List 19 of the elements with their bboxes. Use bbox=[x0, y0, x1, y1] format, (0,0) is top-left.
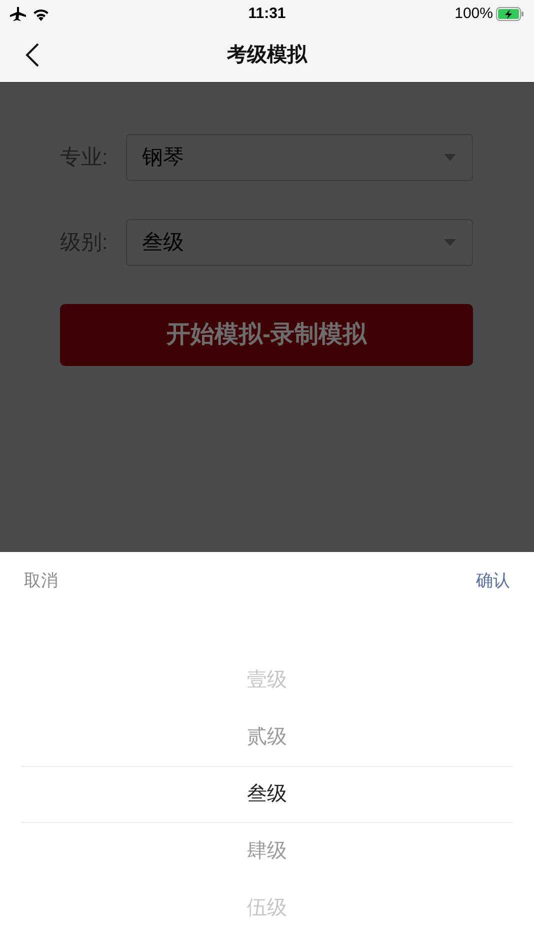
wifi-icon bbox=[32, 8, 50, 20]
battery-percent: 100% bbox=[454, 4, 493, 24]
picker-option[interactable]: 叁级 bbox=[21, 766, 513, 822]
cancel-button[interactable]: 取消 bbox=[24, 568, 58, 594]
start-button[interactable]: 开始模拟-录制模拟 bbox=[60, 304, 473, 366]
status-time: 11:31 bbox=[247, 4, 287, 24]
picker-option[interactable]: 壹级 bbox=[21, 652, 513, 708]
picker-option[interactable]: 肆级 bbox=[21, 822, 513, 880]
back-icon[interactable] bbox=[24, 43, 40, 67]
dropdown-field[interactable]: 钢琴 bbox=[126, 134, 473, 181]
dropdown-caret-icon bbox=[444, 154, 456, 161]
confirm-button[interactable]: 确认 bbox=[476, 568, 510, 594]
battery-charging-icon bbox=[496, 7, 524, 21]
page-title: 考级模拟 bbox=[227, 42, 307, 68]
dropdown-caret-icon bbox=[444, 239, 456, 246]
dropdown-field[interactable]: 叁级 bbox=[126, 219, 473, 266]
airplane-icon bbox=[10, 7, 26, 21]
picker-option[interactable]: 伍级 bbox=[21, 880, 513, 936]
picker-option[interactable]: 贰级 bbox=[21, 708, 513, 766]
